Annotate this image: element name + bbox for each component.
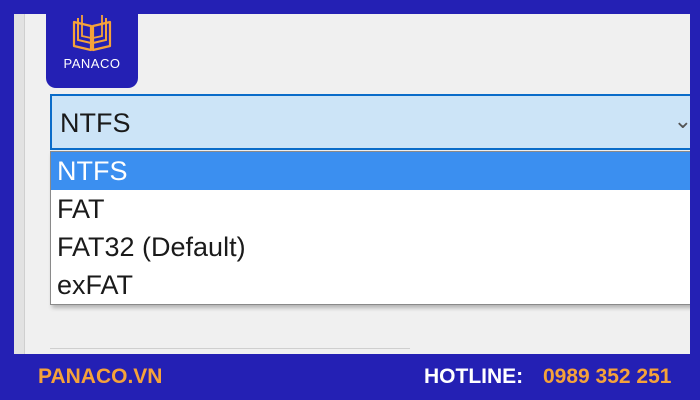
book-icon xyxy=(72,15,112,52)
divider xyxy=(50,348,410,354)
option-fat32[interactable]: FAT32 (Default) xyxy=(51,228,690,266)
file-system-combobox[interactable]: NTFS ⌄ xyxy=(50,94,690,150)
chevron-down-icon[interactable]: ⌄ xyxy=(674,108,690,134)
hotline-label: HOTLINE: xyxy=(424,365,524,388)
footer-bar: PANACO.VN HOTLINE: 0989 352 251 xyxy=(0,356,700,400)
file-system-selected-value: NTFS xyxy=(60,108,131,138)
option-fat[interactable]: FAT xyxy=(51,190,690,228)
dialog-left-edge xyxy=(14,14,25,354)
logo-text: PANACO xyxy=(63,56,121,71)
file-system-dropdown-list: NTFS FAT FAT32 (Default) exFAT xyxy=(50,151,690,305)
hotline-number[interactable]: 0989 352 251 xyxy=(543,365,671,389)
option-ntfs[interactable]: NTFS xyxy=(51,152,690,190)
website-link[interactable]: PANACO.VN xyxy=(38,365,162,389)
option-exfat[interactable]: exFAT xyxy=(51,266,690,304)
panaco-logo: PANACO xyxy=(46,0,138,88)
